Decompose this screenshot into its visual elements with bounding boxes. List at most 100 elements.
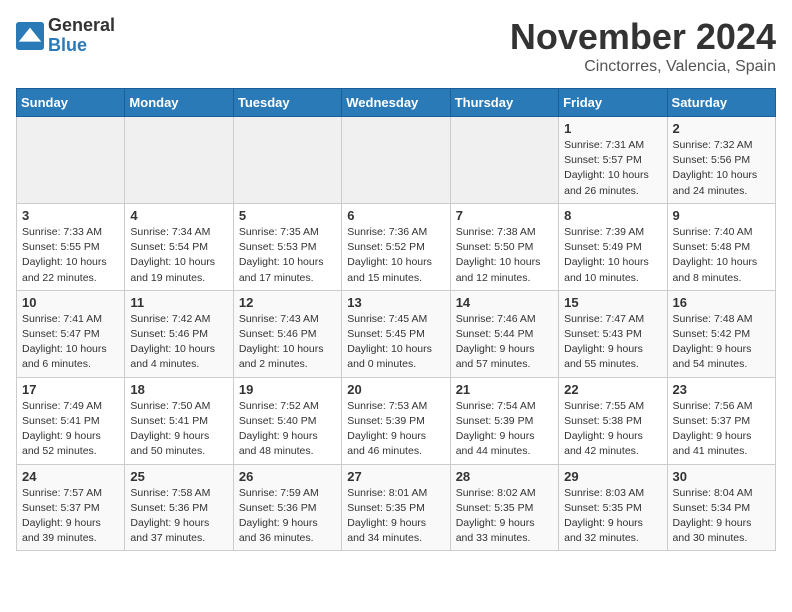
day-info: Sunrise: 7:33 AM Sunset: 5:55 PM Dayligh… bbox=[22, 225, 119, 286]
day-header-wednesday: Wednesday bbox=[342, 89, 450, 117]
day-number: 7 bbox=[456, 208, 553, 223]
calendar-cell: 8 Sunrise: 7:39 AM Sunset: 5:49 PM Daylig… bbox=[559, 203, 667, 290]
day-info: Sunrise: 7:32 AM Sunset: 5:56 PM Dayligh… bbox=[673, 138, 770, 199]
month-title: November 2024 bbox=[510, 16, 776, 58]
calendar-cell: 17 Sunrise: 7:49 AM Sunset: 5:41 PM Dayli… bbox=[17, 377, 125, 464]
location-subtitle: Cinctorres, Valencia, Spain bbox=[510, 58, 776, 76]
day-number: 23 bbox=[673, 382, 770, 397]
calendar-table: SundayMondayTuesdayWednesdayThursdayFrid… bbox=[16, 88, 776, 551]
day-number: 1 bbox=[564, 121, 661, 136]
day-info: Sunrise: 7:49 AM Sunset: 5:41 PM Dayligh… bbox=[22, 399, 119, 460]
calendar-week-4: 17 Sunrise: 7:49 AM Sunset: 5:41 PM Dayli… bbox=[17, 377, 776, 464]
day-info: Sunrise: 7:42 AM Sunset: 5:46 PM Dayligh… bbox=[130, 312, 227, 373]
day-number: 12 bbox=[239, 295, 336, 310]
day-number: 8 bbox=[564, 208, 661, 223]
calendar-cell: 23 Sunrise: 7:56 AM Sunset: 5:37 PM Dayli… bbox=[667, 377, 775, 464]
day-info: Sunrise: 7:45 AM Sunset: 5:45 PM Dayligh… bbox=[347, 312, 444, 373]
day-header-thursday: Thursday bbox=[450, 89, 558, 117]
day-info: Sunrise: 7:35 AM Sunset: 5:53 PM Dayligh… bbox=[239, 225, 336, 286]
day-info: Sunrise: 7:57 AM Sunset: 5:37 PM Dayligh… bbox=[22, 486, 119, 547]
day-info: Sunrise: 7:34 AM Sunset: 5:54 PM Dayligh… bbox=[130, 225, 227, 286]
calendar-cell: 5 Sunrise: 7:35 AM Sunset: 5:53 PM Daylig… bbox=[233, 203, 341, 290]
day-info: Sunrise: 8:02 AM Sunset: 5:35 PM Dayligh… bbox=[456, 486, 553, 547]
calendar-week-3: 10Sunrise: 7:41 AM Sunset: 5:47 PM Dayli… bbox=[17, 290, 776, 377]
calendar-week-5: 24Sunrise: 7:57 AM Sunset: 5:37 PM Dayli… bbox=[17, 464, 776, 551]
day-info: Sunrise: 8:01 AM Sunset: 5:35 PM Dayligh… bbox=[347, 486, 444, 547]
day-number: 22 bbox=[564, 382, 661, 397]
day-number: 10 bbox=[22, 295, 119, 310]
day-number: 11 bbox=[130, 295, 227, 310]
day-number: 25 bbox=[130, 469, 227, 484]
day-info: Sunrise: 7:40 AM Sunset: 5:48 PM Dayligh… bbox=[673, 225, 770, 286]
calendar-cell: 1 Sunrise: 7:31 AM Sunset: 5:57 PM Daylig… bbox=[559, 117, 667, 204]
logo-blue-text: Blue bbox=[48, 35, 87, 55]
day-number: 3 bbox=[22, 208, 119, 223]
day-info: Sunrise: 7:53 AM Sunset: 5:39 PM Dayligh… bbox=[347, 399, 444, 460]
page-header: General Blue November 2024 Cinctorres, V… bbox=[16, 16, 776, 76]
day-info: Sunrise: 8:04 AM Sunset: 5:34 PM Dayligh… bbox=[673, 486, 770, 547]
day-number: 13 bbox=[347, 295, 444, 310]
day-number: 20 bbox=[347, 382, 444, 397]
calendar-cell: 4 Sunrise: 7:34 AM Sunset: 5:54 PM Daylig… bbox=[125, 203, 233, 290]
day-info: Sunrise: 8:03 AM Sunset: 5:35 PM Dayligh… bbox=[564, 486, 661, 547]
calendar-cell bbox=[342, 117, 450, 204]
day-number: 26 bbox=[239, 469, 336, 484]
day-number: 19 bbox=[239, 382, 336, 397]
day-number: 29 bbox=[564, 469, 661, 484]
day-number: 14 bbox=[456, 295, 553, 310]
day-number: 9 bbox=[673, 208, 770, 223]
calendar-cell: 12 Sunrise: 7:43 AM Sunset: 5:46 PM Dayli… bbox=[233, 290, 341, 377]
calendar-cell: 11 Sunrise: 7:42 AM Sunset: 5:46 PM Dayli… bbox=[125, 290, 233, 377]
day-info: Sunrise: 7:55 AM Sunset: 5:38 PM Dayligh… bbox=[564, 399, 661, 460]
day-info: Sunrise: 7:58 AM Sunset: 5:36 PM Dayligh… bbox=[130, 486, 227, 547]
calendar-cell: 28 Sunrise: 8:02 AM Sunset: 5:35 PM Dayli… bbox=[450, 464, 558, 551]
calendar-cell: 9 Sunrise: 7:40 AM Sunset: 5:48 PM Daylig… bbox=[667, 203, 775, 290]
logo-general-text: General bbox=[48, 15, 115, 35]
day-number: 30 bbox=[673, 469, 770, 484]
calendar-header-row: SundayMondayTuesdayWednesdayThursdayFrid… bbox=[17, 89, 776, 117]
day-info: Sunrise: 7:48 AM Sunset: 5:42 PM Dayligh… bbox=[673, 312, 770, 373]
day-info: Sunrise: 7:52 AM Sunset: 5:40 PM Dayligh… bbox=[239, 399, 336, 460]
calendar-cell: 15Sunrise: 7:47 AM Sunset: 5:43 PM Dayli… bbox=[559, 290, 667, 377]
day-info: Sunrise: 7:59 AM Sunset: 5:36 PM Dayligh… bbox=[239, 486, 336, 547]
calendar-cell: 18Sunrise: 7:50 AM Sunset: 5:41 PM Dayli… bbox=[125, 377, 233, 464]
calendar-cell bbox=[233, 117, 341, 204]
day-number: 28 bbox=[456, 469, 553, 484]
title-section: November 2024 Cinctorres, Valencia, Spai… bbox=[510, 16, 776, 76]
day-number: 18 bbox=[130, 382, 227, 397]
day-number: 4 bbox=[130, 208, 227, 223]
calendar-cell: 7 Sunrise: 7:38 AM Sunset: 5:50 PM Daylig… bbox=[450, 203, 558, 290]
logo: General Blue bbox=[16, 16, 115, 56]
calendar-cell: 25 Sunrise: 7:58 AM Sunset: 5:36 PM Dayli… bbox=[125, 464, 233, 551]
calendar-cell: 20 Sunrise: 7:53 AM Sunset: 5:39 PM Dayli… bbox=[342, 377, 450, 464]
calendar-cell bbox=[17, 117, 125, 204]
day-header-saturday: Saturday bbox=[667, 89, 775, 117]
day-info: Sunrise: 7:36 AM Sunset: 5:52 PM Dayligh… bbox=[347, 225, 444, 286]
day-header-friday: Friday bbox=[559, 89, 667, 117]
day-number: 5 bbox=[239, 208, 336, 223]
calendar-cell: 19 Sunrise: 7:52 AM Sunset: 5:40 PM Dayli… bbox=[233, 377, 341, 464]
day-number: 21 bbox=[456, 382, 553, 397]
day-number: 17 bbox=[22, 382, 119, 397]
day-info: Sunrise: 7:31 AM Sunset: 5:57 PM Dayligh… bbox=[564, 138, 661, 199]
day-info: Sunrise: 7:39 AM Sunset: 5:49 PM Dayligh… bbox=[564, 225, 661, 286]
calendar-cell bbox=[450, 117, 558, 204]
day-number: 15 bbox=[564, 295, 661, 310]
day-number: 27 bbox=[347, 469, 444, 484]
calendar-week-2: 3 Sunrise: 7:33 AM Sunset: 5:55 PM Daylig… bbox=[17, 203, 776, 290]
calendar-cell: 22 Sunrise: 7:55 AM Sunset: 5:38 PM Dayli… bbox=[559, 377, 667, 464]
day-info: Sunrise: 7:56 AM Sunset: 5:37 PM Dayligh… bbox=[673, 399, 770, 460]
calendar-cell bbox=[125, 117, 233, 204]
calendar-cell: 14Sunrise: 7:46 AM Sunset: 5:44 PM Dayli… bbox=[450, 290, 558, 377]
calendar-cell: 3 Sunrise: 7:33 AM Sunset: 5:55 PM Daylig… bbox=[17, 203, 125, 290]
day-number: 6 bbox=[347, 208, 444, 223]
calendar-cell: 24Sunrise: 7:57 AM Sunset: 5:37 PM Dayli… bbox=[17, 464, 125, 551]
day-header-tuesday: Tuesday bbox=[233, 89, 341, 117]
calendar-cell: 29 Sunrise: 8:03 AM Sunset: 5:35 PM Dayli… bbox=[559, 464, 667, 551]
day-info: Sunrise: 7:38 AM Sunset: 5:50 PM Dayligh… bbox=[456, 225, 553, 286]
calendar-cell: 13 Sunrise: 7:45 AM Sunset: 5:45 PM Dayli… bbox=[342, 290, 450, 377]
calendar-cell: 6 Sunrise: 7:36 AM Sunset: 5:52 PM Daylig… bbox=[342, 203, 450, 290]
calendar-cell: 2 Sunrise: 7:32 AM Sunset: 5:56 PM Daylig… bbox=[667, 117, 775, 204]
day-info: Sunrise: 7:43 AM Sunset: 5:46 PM Dayligh… bbox=[239, 312, 336, 373]
day-number: 2 bbox=[673, 121, 770, 136]
